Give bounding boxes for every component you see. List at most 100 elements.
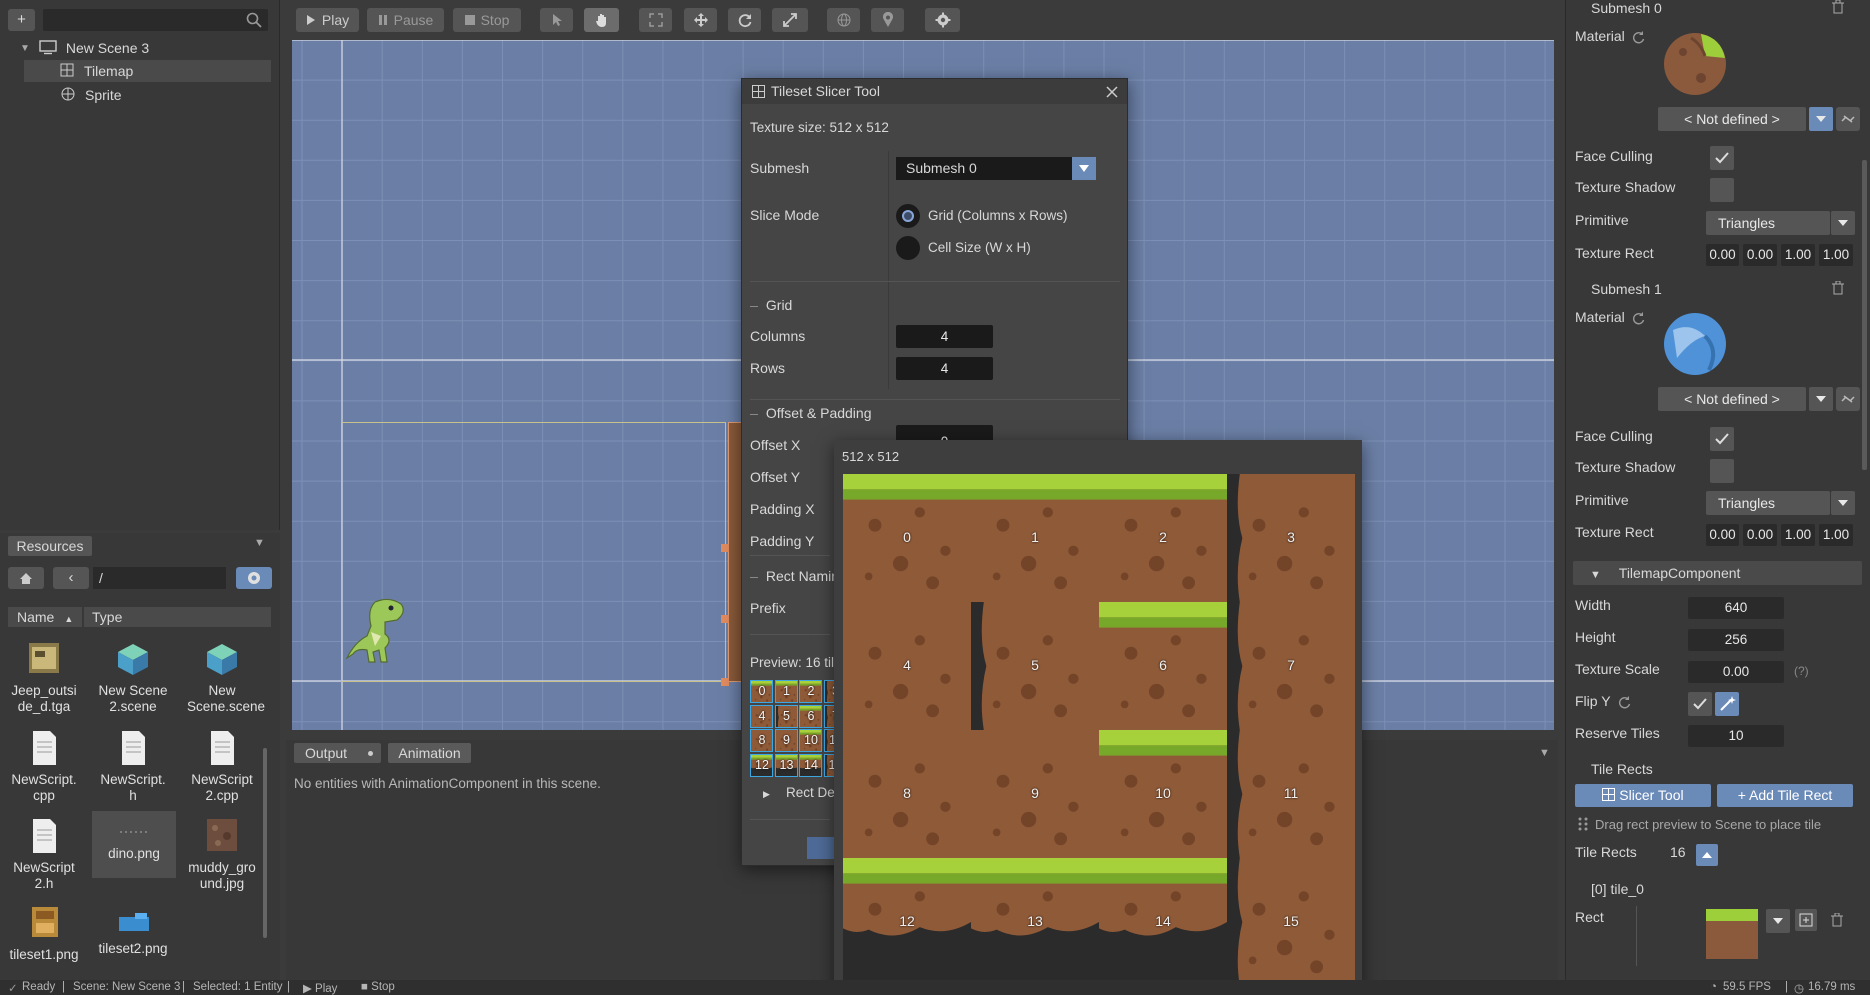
- tree-item-scene[interactable]: ▼ New Scene 3: [0, 37, 280, 59]
- add-tile-rect-button[interactable]: + Add Tile Rect: [1717, 784, 1853, 807]
- primitive-select[interactable]: Triangles: [1706, 491, 1830, 515]
- flip-y-checkbox[interactable]: [1688, 692, 1712, 716]
- inspector-scrollbar[interactable]: [1862, 160, 1867, 470]
- file-item[interactable]: New Scene.scene: [180, 639, 265, 715]
- file-item[interactable]: tileset2.png: [91, 903, 175, 957]
- status-stop-button[interactable]: ■ Stop: [361, 981, 395, 993]
- primitive-dropdown-button[interactable]: [1831, 491, 1855, 515]
- dino-sprite[interactable]: [345, 592, 409, 675]
- texture-rect-h[interactable]: 1.00: [1819, 524, 1853, 546]
- add-entity-button[interactable]: +: [8, 9, 35, 31]
- mini-preview-tile[interactable]: 4: [750, 704, 773, 728]
- radio-cell[interactable]: [896, 236, 920, 260]
- texture-scale-input[interactable]: 0.00: [1688, 661, 1784, 683]
- tile-add-button[interactable]: [1795, 909, 1817, 931]
- mini-preview-tile[interactable]: 1: [774, 680, 798, 703]
- panel-menu-icon[interactable]: ▼: [1539, 747, 1550, 759]
- tilemap-component-header[interactable]: ▼ TilemapComponent: [1573, 561, 1862, 585]
- slicer-tool-button[interactable]: Slicer Tool: [1575, 784, 1711, 807]
- preview-tile[interactable]: 0: [843, 474, 971, 602]
- face-culling-checkbox[interactable]: [1710, 146, 1734, 170]
- pivot-button[interactable]: [871, 8, 904, 32]
- preview-tile[interactable]: 2: [1099, 474, 1227, 602]
- help-marker[interactable]: (?): [1794, 664, 1809, 678]
- unlink-button[interactable]: [1836, 387, 1860, 411]
- file-item-selected[interactable]: dino.png: [92, 811, 176, 878]
- texture-rect-h[interactable]: 1.00: [1819, 244, 1853, 266]
- primitive-select[interactable]: Triangles: [1706, 211, 1830, 235]
- texture-rect-w[interactable]: 1.00: [1781, 244, 1815, 266]
- scale-tool-button[interactable]: [772, 8, 808, 32]
- preview-tile[interactable]: 9: [971, 730, 1099, 858]
- reset-icon[interactable]: [1618, 696, 1631, 712]
- status-play-button[interactable]: ▶ Play: [303, 981, 337, 995]
- rotate-tool-button[interactable]: [728, 8, 761, 32]
- preview-tile[interactable]: 15: [1227, 858, 1355, 986]
- radio-grid[interactable]: [896, 204, 920, 228]
- play-button[interactable]: Play: [296, 8, 359, 32]
- material-preview[interactable]: [1661, 30, 1729, 101]
- mini-preview-tile[interactable]: 10: [799, 729, 822, 752]
- mini-preview-tile[interactable]: 12: [750, 753, 773, 777]
- file-item[interactable]: NewScript2.h: [2, 816, 86, 892]
- file-item[interactable]: tileset1.png: [2, 903, 86, 963]
- trash-icon[interactable]: [1832, 280, 1844, 298]
- material-select[interactable]: < Not defined >: [1658, 107, 1806, 131]
- preview-tile[interactable]: 13: [971, 858, 1099, 986]
- texture-rect-w[interactable]: 1.00: [1781, 524, 1815, 546]
- tile-dropdown-button[interactable]: [1766, 909, 1790, 933]
- preview-tile[interactable]: 1: [971, 474, 1099, 602]
- texture-rect-y[interactable]: 0.00: [1743, 244, 1777, 266]
- trash-icon[interactable]: [1831, 912, 1843, 930]
- tree-item-sprite[interactable]: Sprite: [0, 84, 280, 106]
- material-dropdown-button[interactable]: [1809, 387, 1833, 411]
- texture-shadow-checkbox[interactable]: [1710, 459, 1734, 483]
- texture-rect-x[interactable]: 0.00: [1706, 524, 1739, 546]
- mini-preview-tile[interactable]: 9: [774, 729, 798, 752]
- tileset-preview-image[interactable]: 0 1 2 3 4 5 6 7 8 9 10 11 12 13 14 15: [843, 474, 1355, 986]
- apply-button[interactable]: [807, 837, 835, 859]
- rect-details-toggle[interactable]: Rect Det: [786, 785, 839, 800]
- preview-tile[interactable]: 5: [971, 602, 1099, 730]
- texture-rect-y[interactable]: 0.00: [1743, 524, 1777, 546]
- reserve-tiles-input[interactable]: 10: [1688, 725, 1784, 747]
- chevron-down-icon[interactable]: [1072, 157, 1096, 180]
- tab-output[interactable]: Output: [294, 743, 381, 763]
- move-tool-button[interactable]: [684, 8, 717, 32]
- rows-input[interactable]: 4: [896, 357, 993, 380]
- column-header-type[interactable]: Type: [84, 607, 271, 627]
- preview-tile[interactable]: 12: [843, 858, 971, 986]
- primitive-dropdown-button[interactable]: [1831, 211, 1855, 235]
- dialog-titlebar[interactable]: Tileset Slicer Tool: [742, 79, 1127, 104]
- texture-rect-x[interactable]: 0.00: [1706, 244, 1739, 266]
- file-item[interactable]: New Scene 2.scene: [91, 639, 175, 715]
- mini-preview-tile[interactable]: 5: [774, 704, 798, 728]
- path-input[interactable]: /: [93, 567, 226, 589]
- face-culling-checkbox[interactable]: [1710, 427, 1734, 451]
- file-item[interactable]: NewScript.h: [91, 728, 175, 804]
- preview-tile[interactable]: 10: [1099, 730, 1227, 858]
- column-header-name[interactable]: Name ▲: [8, 607, 82, 627]
- mini-preview-tile[interactable]: 0: [750, 680, 773, 703]
- panel-menu-icon[interactable]: ▼: [254, 537, 265, 549]
- columns-input[interactable]: 4: [896, 325, 993, 348]
- preview-tile[interactable]: 3: [1227, 474, 1355, 602]
- back-button[interactable]: ‹: [53, 567, 89, 589]
- hierarchy-search-input[interactable]: [43, 9, 268, 31]
- chevron-down-icon[interactable]: ▼: [20, 43, 30, 54]
- chevron-right-icon[interactable]: ▶: [763, 789, 770, 800]
- preview-tile[interactable]: 8: [843, 730, 971, 858]
- material-dropdown-button[interactable]: [1809, 107, 1833, 131]
- frame-tool-button[interactable]: [639, 8, 672, 32]
- submesh-select[interactable]: Submesh 0: [896, 157, 1096, 180]
- magic-wand-button[interactable]: [1715, 692, 1739, 716]
- tree-item-tilemap[interactable]: Tilemap: [24, 60, 271, 82]
- close-icon[interactable]: [1106, 85, 1118, 101]
- preview-tile[interactable]: 7: [1227, 602, 1355, 730]
- mini-preview-tile[interactable]: 13: [774, 753, 798, 777]
- stop-button[interactable]: Stop: [453, 8, 521, 32]
- tab-animation[interactable]: Animation: [388, 743, 471, 763]
- file-item[interactable]: NewScript.cpp: [2, 728, 86, 804]
- texture-shadow-checkbox[interactable]: [1710, 178, 1734, 202]
- selection-handle[interactable]: [721, 615, 729, 623]
